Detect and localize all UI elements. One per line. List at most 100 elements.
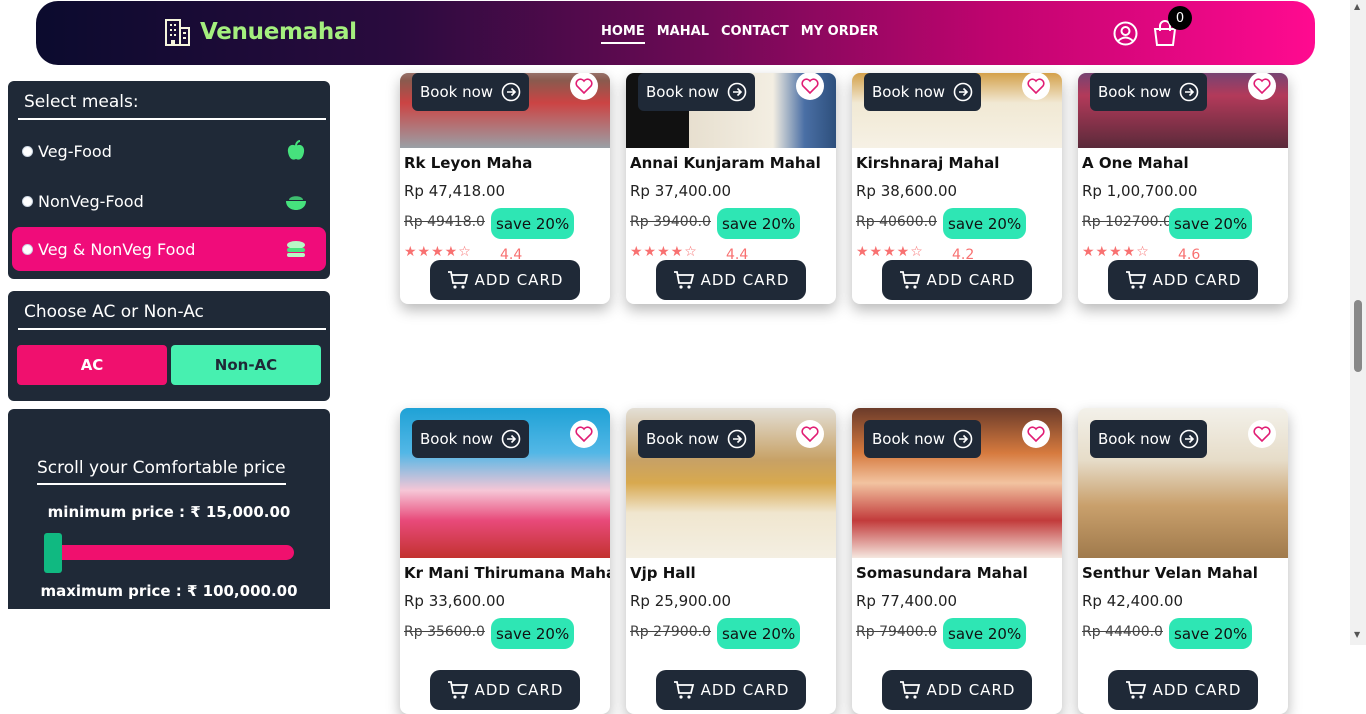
nav-mahal[interactable]: MAHAL	[657, 24, 709, 44]
venue-old-price: Rp 39400.0	[630, 214, 711, 230]
book-now-button[interactable]: Book now	[1090, 420, 1208, 458]
add-to-cart-button[interactable]: ADD CARD	[882, 670, 1032, 710]
heart-icon[interactable]	[1248, 73, 1276, 100]
radio-button[interactable]	[22, 145, 33, 157]
book-now-button[interactable]: Book now	[412, 420, 530, 458]
venue-name: A One Mahal	[1082, 154, 1189, 172]
add-to-cart-button[interactable]: ADD CARD	[656, 260, 806, 300]
heart-icon[interactable]	[796, 73, 824, 100]
arrow-right-circle-icon	[501, 429, 521, 449]
venue-card[interactable]: Annai Kunjaram Mahal Rp 37,400.00 Rp 394…	[626, 73, 836, 304]
venue-price: Rp 37,400.00	[630, 182, 732, 200]
venue-old-price: Rp 44400.0	[1082, 624, 1163, 640]
cart-icon	[447, 681, 468, 699]
venue-price: Rp 77,400.00	[856, 592, 958, 610]
add-to-cart-button[interactable]: ADD CARD	[1108, 260, 1258, 300]
book-now-label: Book now	[420, 83, 494, 101]
add-to-cart-button[interactable]: ADD CARD	[656, 670, 806, 710]
heart-icon[interactable]	[570, 73, 598, 100]
ac-panel: Choose AC or Non-Ac AC Non-AC	[8, 291, 330, 401]
radio-button[interactable]	[22, 195, 33, 207]
book-now-button[interactable]: Book now	[412, 73, 530, 111]
book-now-button[interactable]: Book now	[638, 420, 756, 458]
star-rating-icon: ★★★★☆	[856, 244, 924, 260]
arrow-right-circle-icon	[727, 82, 747, 102]
heart-icon[interactable]	[796, 420, 824, 448]
heart-icon[interactable]	[1022, 420, 1050, 448]
save-badge: save 20%	[1169, 618, 1253, 649]
cart-icon	[673, 681, 694, 699]
ac-button[interactable]: AC	[17, 345, 167, 385]
price-slider-track[interactable]	[46, 545, 294, 560]
heart-icon[interactable]	[1248, 420, 1276, 448]
add-to-cart-button[interactable]: ADD CARD	[1108, 670, 1258, 710]
venue-price: Rp 1,00,700.00	[1082, 182, 1198, 200]
ac-title: Choose AC or Non-Ac	[24, 302, 204, 322]
add-to-cart-label: ADD CARD	[1152, 681, 1242, 699]
cart-icon	[447, 271, 468, 289]
heart-icon[interactable]	[1022, 73, 1050, 100]
meal-option-veg-nonveg[interactable]: Veg & NonVeg Food	[12, 227, 326, 271]
venue-old-price: Rp 27900.0	[630, 624, 711, 640]
venue-card[interactable]: Kirshnaraj Mahal Rp 38,600.00 Rp 40600.0…	[852, 73, 1062, 304]
radio-button[interactable]	[22, 243, 33, 255]
add-to-cart-label: ADD CARD	[926, 271, 1016, 289]
meals-title: Select meals:	[24, 92, 139, 112]
nav-my-order[interactable]: MY ORDER	[801, 24, 879, 44]
venue-card[interactable]: A One Mahal Rp 1,00,700.00 Rp 102700.0 s…	[1078, 73, 1288, 304]
save-badge: save 20%	[717, 618, 801, 649]
venue-name: Annai Kunjaram Mahal	[630, 154, 821, 172]
maximum-price: maximum price : ₹ 100,000.00	[40, 582, 298, 600]
meal-option-veg[interactable]: Veg-Food	[12, 129, 326, 173]
nav-contact[interactable]: CONTACT	[721, 24, 789, 44]
book-now-button[interactable]: Book now	[638, 73, 756, 111]
star-rating-icon: ★★★★☆	[404, 244, 472, 260]
venue-name: Rk Leyon Maha	[404, 154, 533, 172]
save-badge: save 20%	[943, 618, 1027, 649]
book-now-button[interactable]: Book now	[864, 73, 982, 111]
book-now-label: Book now	[1098, 430, 1172, 448]
nav-links: HOME MAHAL CONTACT MY ORDER	[601, 24, 878, 44]
heart-icon[interactable]	[570, 420, 598, 448]
meal-label: NonVeg-Food	[38, 191, 144, 211]
add-to-cart-button[interactable]: ADD CARD	[430, 670, 580, 710]
meal-label: Veg-Food	[38, 141, 112, 161]
nav-home[interactable]: HOME	[601, 24, 645, 44]
meal-option-nonveg[interactable]: NonVeg-Food	[12, 179, 326, 223]
venue-card[interactable]: Vjp Hall Rp 25,900.00 Rp 27900.0 save 20…	[626, 408, 836, 714]
book-now-button[interactable]: Book now	[1090, 73, 1208, 111]
venue-price: Rp 33,600.00	[404, 592, 506, 610]
add-to-cart-label: ADD CARD	[926, 681, 1016, 699]
venue-card[interactable]: Senthur Velan Mahal Rp 42,400.00 Rp 4440…	[1078, 408, 1288, 714]
add-to-cart-button[interactable]: ADD CARD	[430, 260, 580, 300]
venue-card[interactable]: Rk Leyon Maha Rp 47,418.00 Rp 49418.0 sa…	[400, 73, 610, 304]
venue-name: Kirshnaraj Mahal	[856, 154, 1000, 172]
venue-card[interactable]: Kr Mani Thirumana Mahal Rp 33,600.00 Rp …	[400, 408, 610, 714]
venue-name: Kr Mani Thirumana Mahal	[404, 564, 610, 582]
book-now-label: Book now	[646, 83, 720, 101]
venue-price: Rp 38,600.00	[856, 182, 958, 200]
save-badge: save 20%	[491, 618, 575, 649]
venue-card[interactable]: Somasundara Mahal Rp 77,400.00 Rp 79400.…	[852, 408, 1062, 714]
meal-label: Veg & NonVeg Food	[38, 239, 196, 259]
cart-icon	[1125, 681, 1146, 699]
book-now-button[interactable]: Book now	[864, 420, 982, 458]
save-badge: save 20%	[491, 208, 575, 239]
brand[interactable]: Venuemahal	[162, 17, 357, 47]
non-ac-button[interactable]: Non-AC	[171, 345, 321, 385]
building-icon	[165, 19, 190, 46]
scrollbar-thumb[interactable]	[1354, 300, 1362, 372]
save-badge: save 20%	[717, 208, 801, 239]
cart-icon	[1125, 271, 1146, 289]
add-to-cart-label: ADD CARD	[474, 271, 564, 289]
price-slider-thumb[interactable]	[44, 533, 62, 573]
arrow-right-circle-icon	[1179, 82, 1199, 102]
scroll-down-arrow-icon[interactable]: ▼	[1354, 630, 1360, 639]
book-now-label: Book now	[1098, 83, 1172, 101]
add-to-cart-button[interactable]: ADD CARD	[882, 260, 1032, 300]
scroll-up-arrow-icon[interactable]: ▲	[1354, 2, 1360, 11]
user-icon[interactable]	[1113, 21, 1138, 46]
venue-name: Senthur Velan Mahal	[1082, 564, 1258, 582]
arrow-right-circle-icon	[953, 429, 973, 449]
arrow-right-circle-icon	[501, 82, 521, 102]
